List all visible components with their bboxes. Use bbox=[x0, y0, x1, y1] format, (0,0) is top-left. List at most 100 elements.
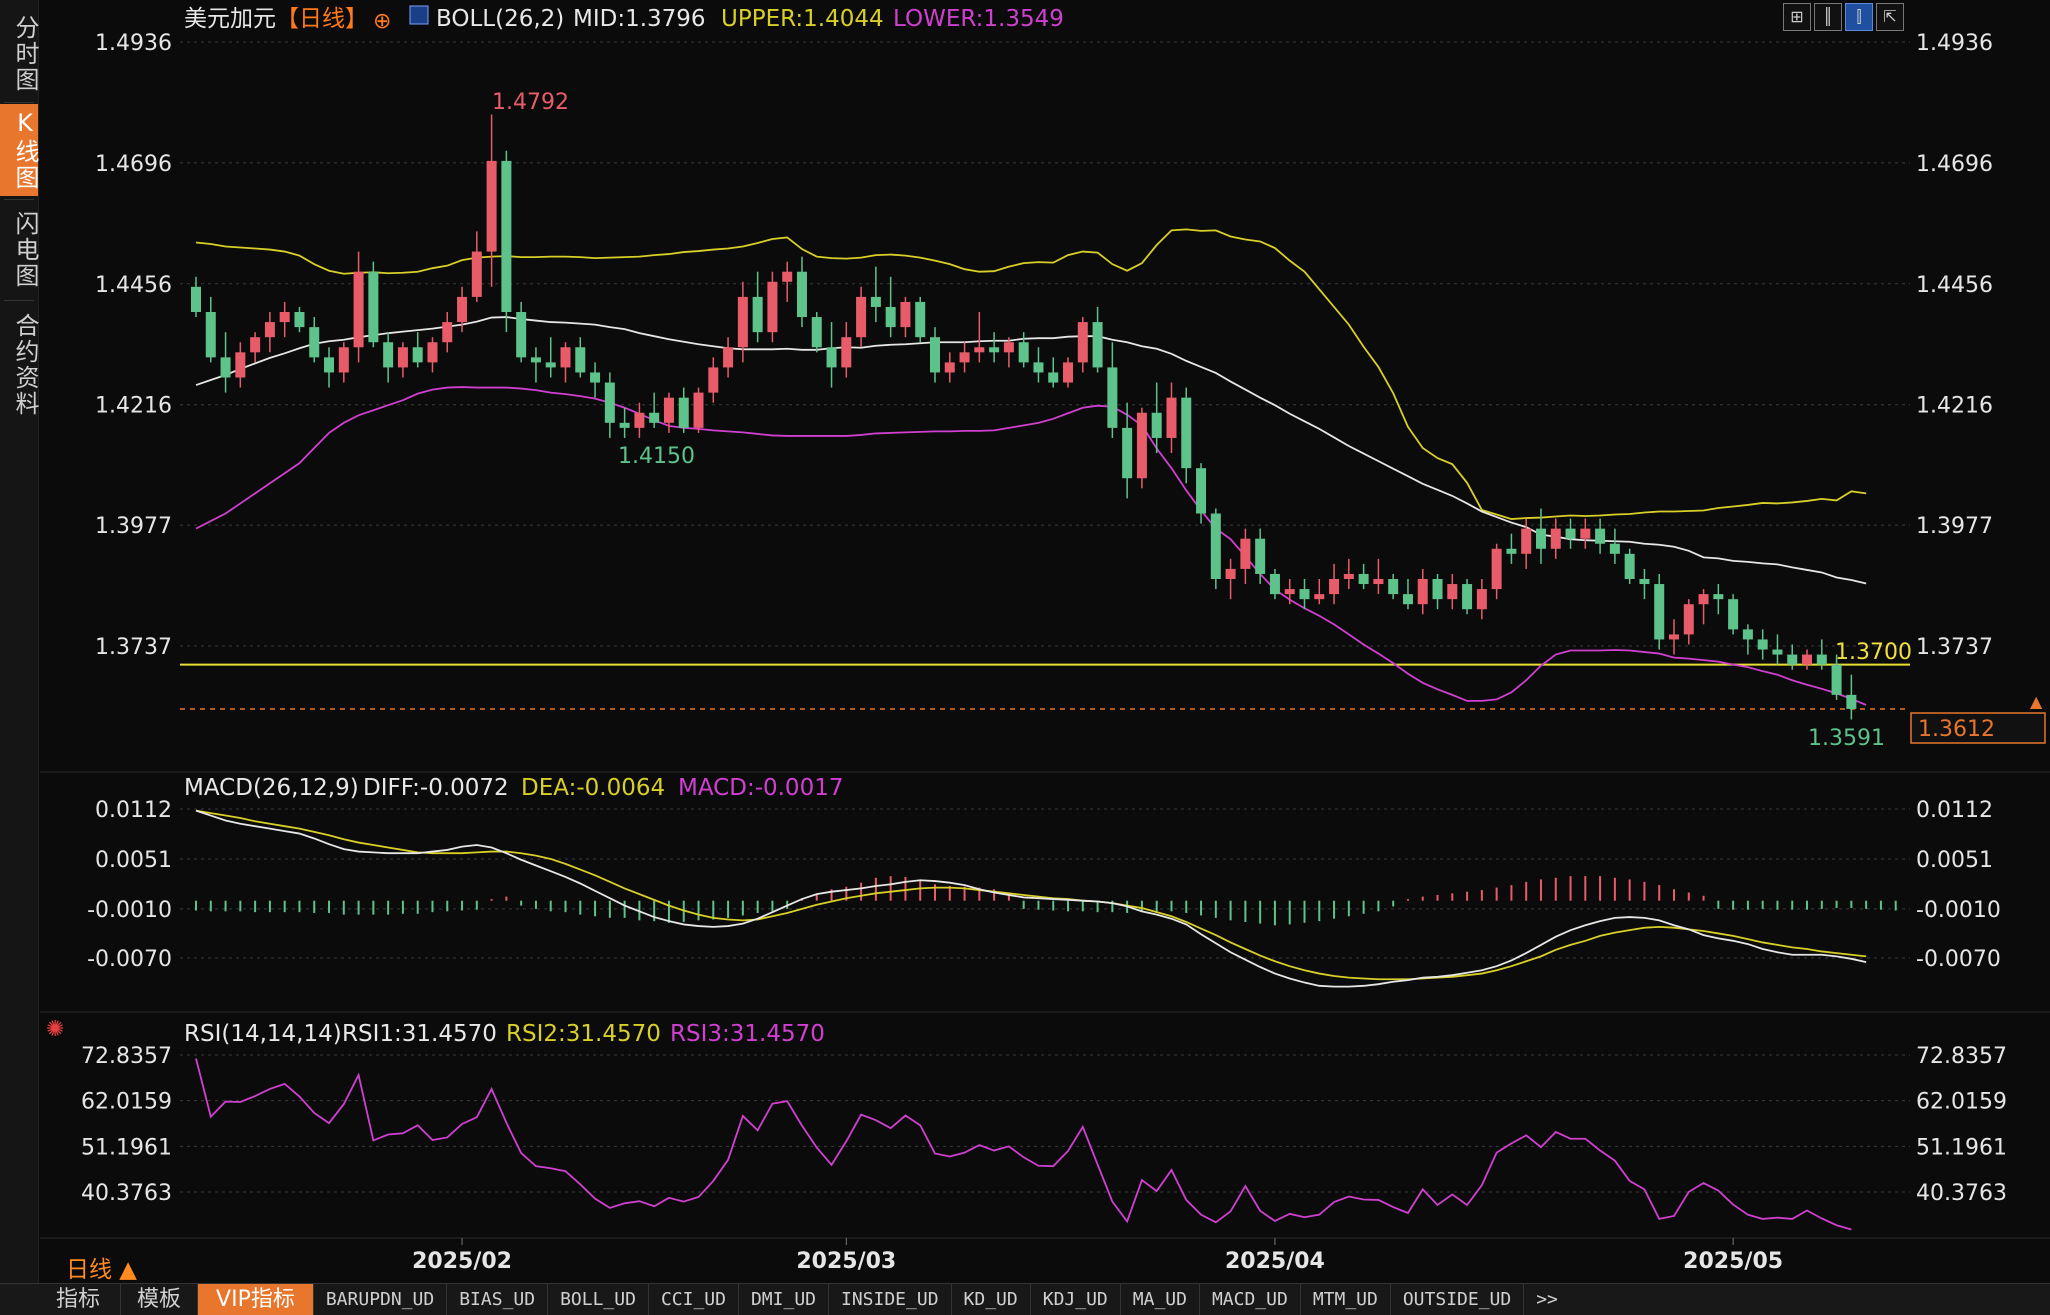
candle-body bbox=[1402, 594, 1413, 605]
candle-body bbox=[1284, 589, 1295, 595]
rsi-pane bbox=[195, 1058, 1852, 1231]
candle-body bbox=[841, 337, 852, 368]
candle-body bbox=[1077, 322, 1088, 363]
boll-upper-value: UPPER:1.4044 bbox=[721, 6, 884, 32]
candle-body bbox=[796, 271, 807, 318]
candle-body bbox=[442, 322, 453, 343]
candle-body bbox=[279, 312, 290, 323]
rsi-line bbox=[195, 1058, 1852, 1231]
tab-templates[interactable]: 模板 bbox=[121, 1284, 199, 1315]
candle-body bbox=[1210, 513, 1221, 580]
candle-body bbox=[1521, 528, 1532, 554]
axes: 1.4936 1.4936 1.4696 1.4696 1.4456 1.4456 1.42… bbox=[81, 31, 2007, 1274]
tab-kdj[interactable]: KDJ_UD bbox=[1031, 1284, 1121, 1315]
tab-bias[interactable]: BIAS_UD bbox=[447, 1284, 549, 1315]
candle-body bbox=[397, 347, 408, 368]
chart-canvas[interactable]: 美元加元 【日线】 ⊕ BOLL(26,2) MID:1.3796 UPPER:… bbox=[0, 0, 2050, 1283]
price-tick-right-5: 1.3737 bbox=[1916, 635, 1993, 660]
tab-more[interactable]: >> bbox=[1524, 1284, 1570, 1315]
candle-body bbox=[649, 412, 660, 423]
price-tick-left-2: 1.4456 bbox=[95, 273, 172, 298]
candle-body bbox=[457, 296, 468, 323]
candle-body bbox=[1255, 538, 1266, 574]
candle-body bbox=[723, 347, 734, 368]
candle-body bbox=[191, 286, 201, 313]
candle-body bbox=[324, 357, 335, 373]
tab-dmi[interactable]: DMI_UD bbox=[739, 1284, 829, 1315]
candle-body bbox=[959, 352, 970, 363]
candle-body bbox=[1831, 664, 1842, 695]
date-tick-3: 2025/05 bbox=[1683, 1249, 1783, 1274]
candle-body bbox=[1565, 528, 1576, 539]
rsi-settings-icon[interactable]: ✺ bbox=[46, 1017, 64, 1042]
macd-tick-right-3: -0.0070 bbox=[1916, 947, 2001, 972]
macd-macd-value: MACD:-0.0017 bbox=[678, 775, 843, 801]
candle-body bbox=[1196, 468, 1207, 514]
candle-body bbox=[1624, 553, 1635, 580]
candle-body bbox=[353, 271, 364, 348]
candle-body bbox=[1506, 548, 1517, 554]
candle-body bbox=[516, 312, 527, 358]
candle-body bbox=[604, 382, 615, 423]
candle-body bbox=[560, 347, 571, 368]
candle-body bbox=[1107, 367, 1118, 428]
candle-body bbox=[1299, 589, 1310, 600]
tab-mtm[interactable]: MTM_UD bbox=[1301, 1284, 1391, 1315]
candle-body bbox=[1713, 594, 1724, 600]
candle-body bbox=[1698, 594, 1709, 605]
candle-body bbox=[663, 397, 674, 423]
tab-macd[interactable]: MACD_UD bbox=[1200, 1284, 1301, 1315]
candle-body bbox=[545, 362, 556, 368]
tab-barupdn[interactable]: BARUPDN_UD bbox=[314, 1284, 448, 1315]
candle-body bbox=[1476, 589, 1487, 610]
date-tick-1: 2025/03 bbox=[796, 1249, 896, 1274]
rsi-tick-right-2: 51.1961 bbox=[1916, 1135, 2007, 1160]
candle-body bbox=[870, 296, 881, 307]
candle-body bbox=[1846, 694, 1857, 709]
tab-ma[interactable]: MA_UD bbox=[1121, 1284, 1200, 1315]
period-tag[interactable]: 【日线】 bbox=[276, 6, 368, 32]
tab-outside[interactable]: OUTSIDE_UD bbox=[1391, 1284, 1525, 1315]
candle-body bbox=[856, 296, 867, 338]
macd-tick-left-0: 0.0112 bbox=[95, 798, 172, 823]
date-tick-0: 2025/02 bbox=[412, 1249, 512, 1274]
price-tick-left-1: 1.4696 bbox=[95, 152, 172, 177]
macd-dea-value: DEA:-0.0064 bbox=[521, 775, 665, 801]
candle-body bbox=[752, 296, 763, 333]
macd-tick-right-0: 0.0112 bbox=[1916, 798, 1993, 823]
rsi-tick-right-1: 62.0159 bbox=[1916, 1090, 2007, 1115]
candle-body bbox=[1033, 362, 1044, 373]
candle-body bbox=[338, 347, 349, 373]
tab-cci[interactable]: CCI_UD bbox=[649, 1284, 739, 1315]
candle-body bbox=[1816, 654, 1827, 665]
candle-body bbox=[1240, 538, 1251, 569]
candle-body bbox=[1048, 372, 1059, 383]
rsi-tick-right-0: 72.8357 bbox=[1916, 1044, 2007, 1069]
candle-body bbox=[1654, 584, 1665, 640]
add-icon[interactable]: ⊕ bbox=[373, 9, 391, 34]
tab-inside[interactable]: INSIDE_UD bbox=[829, 1284, 952, 1315]
candle-body bbox=[250, 337, 261, 353]
candle-body bbox=[1329, 579, 1340, 595]
tab-boll[interactable]: BOLL_UD bbox=[548, 1284, 649, 1315]
candle-body bbox=[205, 312, 216, 358]
tab-vip-indicators[interactable]: VIP指标 bbox=[198, 1284, 314, 1315]
candle-body bbox=[471, 251, 482, 297]
candle-body bbox=[1639, 579, 1650, 585]
boll-indicator-icon[interactable] bbox=[409, 5, 429, 25]
candle-body bbox=[1343, 573, 1354, 580]
price-tick-right-2: 1.4456 bbox=[1916, 273, 1993, 298]
price-tick-right-0: 1.4936 bbox=[1916, 31, 1993, 56]
period-selector[interactable]: 日线 ▲ bbox=[66, 1250, 137, 1284]
tab-indicators[interactable]: 指标 bbox=[0, 1284, 122, 1315]
candle-body bbox=[1358, 573, 1369, 585]
candle-body bbox=[1609, 543, 1620, 554]
candle-body bbox=[634, 412, 645, 428]
candle-body bbox=[1462, 584, 1473, 610]
candle-body bbox=[1683, 604, 1694, 635]
candle-body bbox=[619, 422, 630, 428]
macd-tick-left-2: -0.0010 bbox=[87, 898, 172, 923]
candles bbox=[191, 114, 1857, 720]
candle-body bbox=[1092, 322, 1103, 368]
tab-kd[interactable]: KD_UD bbox=[952, 1284, 1031, 1315]
